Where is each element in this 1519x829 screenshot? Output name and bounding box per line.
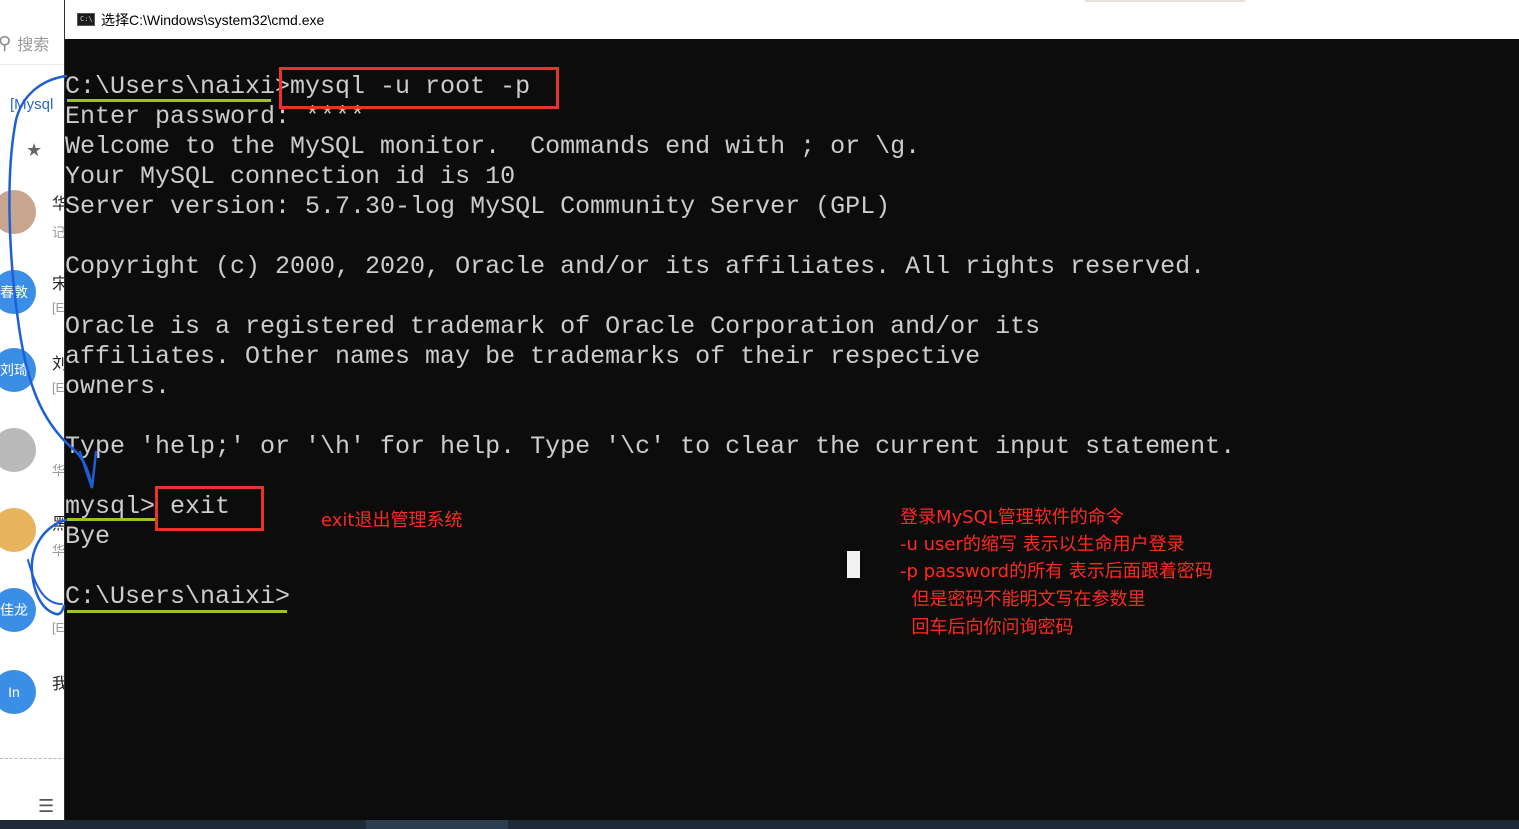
login-annotation-line: 登录MySQL管理软件的命令 [900,507,1124,528]
chat-search-placeholder: 搜索 [17,37,50,54]
login-annotation-line: 回车后向你问询密码 [900,617,1074,638]
divider [0,64,66,65]
console-line: Welcome to the MySQL monitor. Commands e… [65,132,921,161]
exit-highlight-box [155,486,264,531]
cmd-icon: C:\ [77,13,95,26]
avatar[interactable]: 佳龙 [0,588,36,632]
menu-icon[interactable]: ☰ [38,796,54,817]
cmd-window[interactable]: C:\ 选择C:\Windows\system32\cmd.exe C:\Use… [64,0,1519,820]
chat-search-box[interactable]: ⚲ 搜索 [0,26,66,60]
background-chat-app: ⚲ 搜索 [Mysql ★ 华 记 春敦 宋 [E 刘琦 刘 [E 华 黑 华 … [0,0,66,829]
avatar[interactable]: In [0,670,36,714]
command-highlight-box [279,67,559,109]
console-output[interactable]: C:\Users\naixi>mysql -u root -p Enter pa… [65,39,1519,820]
console-line: C:\Users\naixi> [65,582,291,611]
prompt-underline [67,518,155,521]
text-cursor [847,551,860,578]
chat-link[interactable]: [Mysql [10,96,53,113]
search-icon: ⚲ [0,32,12,53]
login-annotation-line: -u user的缩写 表示以生命用户登录 [900,534,1185,555]
avatar[interactable] [0,508,36,552]
console-line: Oracle is a registered trademark of Orac… [65,312,1041,341]
title-bar[interactable]: C:\ 选择C:\Windows\system32\cmd.exe [65,0,1519,39]
taskbar-active-item[interactable] [366,820,508,829]
avatar[interactable]: 春敦 [0,270,36,314]
avatar[interactable]: 刘琦 [0,348,36,392]
title-bar-accent [1085,0,1245,2]
contact-preview: [E [52,620,65,635]
console-line: Bye [65,522,111,551]
star-icon[interactable]: ★ [26,140,42,161]
contact-preview: [E [52,300,65,315]
login-annotation-line: -p password的所有 表示后面跟着密码 [900,561,1213,582]
console-line: affiliates. Other names may be trademark… [65,342,981,371]
avatar[interactable] [0,190,36,234]
console-line: Server version: 5.7.30-log MySQL Communi… [65,192,891,221]
console-line: Type 'help;' or '\h' for help. Type '\c'… [65,432,1236,461]
exit-annotation: exit退出管理系统 [321,510,463,531]
taskbar[interactable] [0,820,1519,829]
window-title: 选择C:\Windows\system32\cmd.exe [101,11,325,28]
console-line: owners. [65,372,171,401]
console-line: Copyright (c) 2000, 2020, Oracle and/or … [65,252,1206,281]
divider [0,758,66,759]
prompt-underline [67,99,271,102]
prompt-underline [67,610,287,613]
contact-preview: [E [52,380,65,395]
avatar[interactable] [0,428,36,472]
console-line: Your MySQL connection id is 10 [65,162,516,191]
login-annotation-line: 但是密码不能明文写在参数里 [900,589,1146,610]
